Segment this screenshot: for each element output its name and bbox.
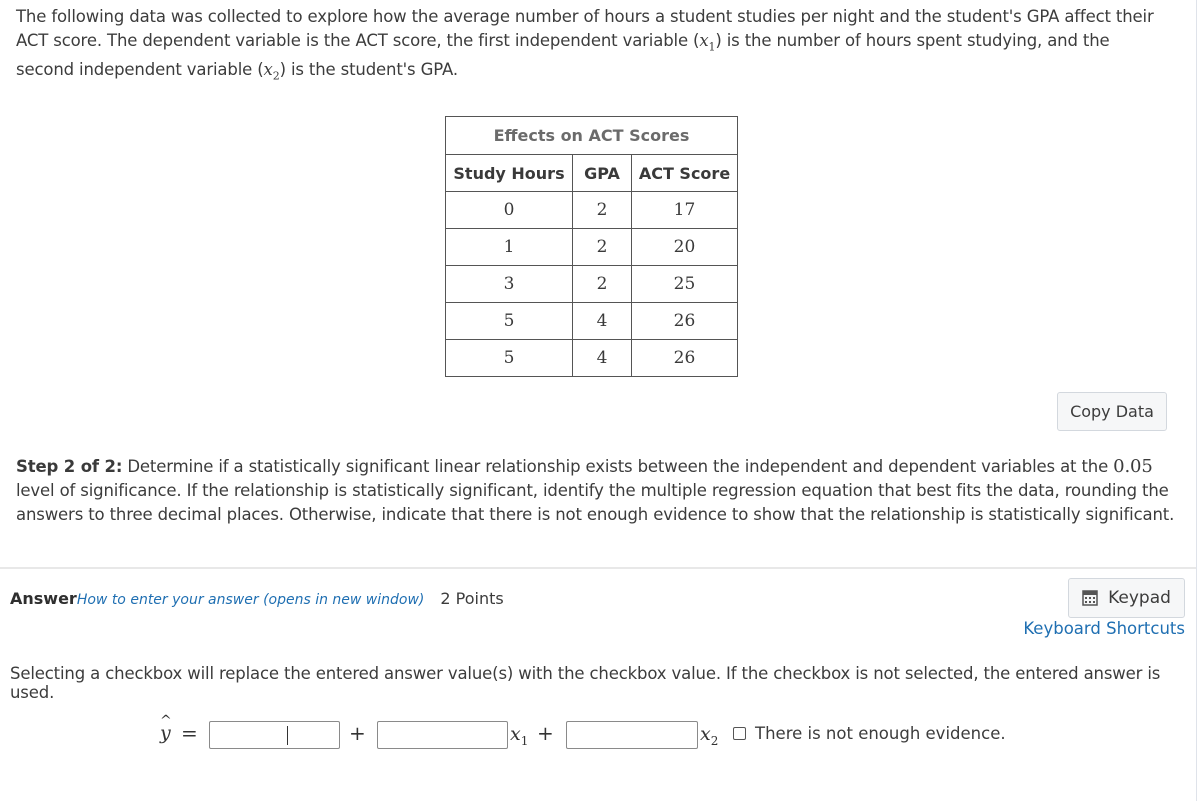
data-table: Effects on ACT Scores Study Hours GPA AC…: [445, 116, 738, 377]
not-enough-evidence-checkbox[interactable]: [733, 727, 746, 740]
cell-gpa: 2: [572, 228, 632, 266]
table-row: 1 2 20: [445, 228, 738, 266]
checkbox-note: Selecting a checkbox will replace the en…: [10, 664, 1161, 702]
cell-act-score: 26: [631, 339, 738, 377]
cell-act-score: 26: [631, 302, 738, 340]
cell-act-score: 20: [631, 228, 738, 266]
plus-sign: +: [537, 721, 554, 745]
section-divider: [0, 567, 1196, 569]
cell-gpa: 4: [572, 302, 632, 340]
step-instructions: Step 2 of 2: Determine if a statisticall…: [16, 455, 1176, 527]
significance-level: 0.05: [1113, 456, 1153, 477]
how-to-enter-answer-link[interactable]: How to enter your answer (opens in new w…: [77, 592, 425, 608]
problem-intro: The following data was collected to expl…: [16, 5, 1166, 88]
step-label: Step 2 of 2:: [16, 457, 123, 476]
column-header-gpa: GPA: [572, 154, 632, 192]
table-row: 0 2 17: [445, 191, 738, 229]
calculator-icon: [1082, 590, 1098, 606]
keypad-label: Keypad: [1108, 588, 1171, 608]
cell-study-hours: 5: [445, 302, 573, 340]
cell-act-score: 17: [631, 191, 738, 229]
table-header-row: Study Hours GPA ACT Score: [445, 154, 738, 192]
cell-study-hours: 3: [445, 265, 573, 303]
y-hat-symbol: ^ y: [160, 713, 172, 744]
copy-data-button[interactable]: Copy Data: [1057, 392, 1167, 431]
regression-equation: ^ y = + x1 + x2 There is not enough evide…: [0, 713, 1200, 752]
text-cursor: [287, 726, 288, 745]
cell-study-hours: 1: [445, 228, 573, 266]
column-header-study-hours: Study Hours: [445, 154, 573, 192]
x1-coefficient-input[interactable]: [377, 721, 508, 749]
table-row: 5 4 26: [445, 302, 738, 340]
not-enough-evidence-option[interactable]: There is not enough evidence.: [733, 724, 1006, 743]
x1-symbol: x1: [699, 30, 716, 53]
x1-variable: x1: [510, 723, 529, 748]
table-row: 3 2 25: [445, 265, 738, 303]
not-enough-evidence-label: There is not enough evidence.: [755, 724, 1006, 743]
x2-variable: x2: [700, 723, 719, 748]
cell-study-hours: 5: [445, 339, 573, 377]
plus-sign: +: [349, 721, 366, 745]
points-value: 2 Points: [440, 589, 504, 608]
cell-gpa: 2: [572, 265, 632, 303]
cell-act-score: 25: [631, 265, 738, 303]
x2-symbol: x2: [263, 60, 280, 83]
cell-gpa: 4: [572, 339, 632, 377]
intro-text: ) is the student's GPA.: [279, 60, 459, 80]
intercept-input[interactable]: [209, 721, 340, 749]
cell-study-hours: 0: [445, 191, 573, 229]
keypad-button[interactable]: Keypad: [1068, 578, 1185, 618]
x2-coefficient-input[interactable]: [566, 721, 698, 749]
keyboard-shortcuts-link[interactable]: Keyboard Shortcuts: [1023, 619, 1185, 638]
answer-label: Answer: [10, 589, 77, 608]
cell-gpa: 2: [572, 191, 632, 229]
table-row: 5 4 26: [445, 339, 738, 377]
column-header-act-score: ACT Score: [631, 154, 738, 192]
step-text: level of significance. If the relationsh…: [16, 481, 1175, 524]
step-text: Determine if a statistically significant…: [122, 457, 1114, 476]
answer-header: Answer How to enter your answer (opens i…: [10, 589, 504, 608]
table-caption: Effects on ACT Scores: [445, 116, 738, 155]
equals-sign: =: [181, 721, 198, 745]
